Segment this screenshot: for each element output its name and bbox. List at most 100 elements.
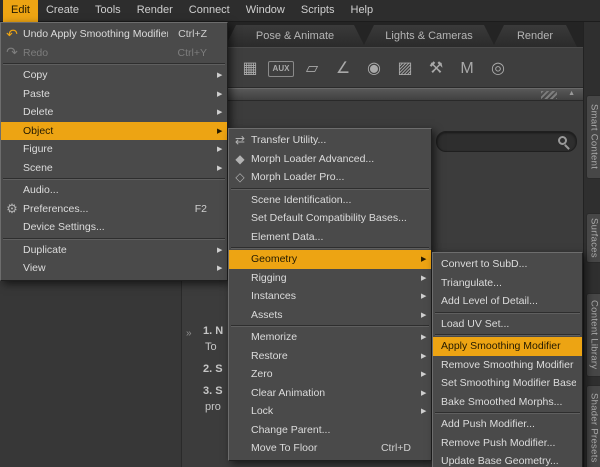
object-submenu: ⇄ Transfer Utility... ◆ Morph Loader Advanc…: [228, 128, 432, 461]
menu-item-label: Apply Smoothing Modifier: [441, 340, 561, 353]
menu-separator: [3, 237, 225, 240]
menu-separator: [3, 63, 225, 65]
side-tab-smart-content[interactable]: Smart Content: [586, 95, 600, 179]
menu-item-load-uv-set[interactable]: Load UV Set...: [433, 315, 582, 334]
side-tab-content-library[interactable]: Content Library: [586, 293, 600, 377]
menu-item-label: Device Settings...: [23, 221, 105, 234]
menu-item-add-level-of-detail[interactable]: Add Level of Detail...: [433, 292, 582, 311]
aux-viewport-icon[interactable]: AUX: [268, 61, 294, 77]
powerpose-icon[interactable]: ▱: [299, 56, 325, 82]
scroll-up-icon[interactable]: ▲: [568, 90, 575, 97]
menu-item-restore[interactable]: Restore ▶: [229, 347, 431, 366]
submenu-arrow-icon: ▶: [421, 311, 427, 319]
menubar-item-connect[interactable]: Connect: [181, 0, 238, 22]
menu-item-undo-apply-smoothing-modifier[interactable]: ↶ Undo Apply Smoothing Modifier Ctrl+Z: [1, 25, 227, 44]
menubar-item-render[interactable]: Render: [129, 0, 181, 22]
menubar-item-scripts[interactable]: Scripts: [293, 0, 343, 22]
background-text-fragment: 2. S: [203, 363, 223, 375]
workspace-tab-pose-animate[interactable]: Pose & Animate: [225, 25, 365, 47]
menu-item-label: Restore: [251, 349, 288, 362]
menu-item-morph-loader-advanced[interactable]: ◆ Morph Loader Advanced...: [229, 150, 431, 169]
submenu-arrow-icon: ▶: [217, 265, 223, 273]
menu-separator: [231, 187, 429, 190]
submenu-arrow-icon: ▶: [421, 274, 427, 282]
menu-separator: [435, 334, 580, 336]
menu-item-update-base-geometry[interactable]: Update Base Geometry...: [433, 452, 582, 467]
menubar: Edit Create Tools Render Connect Window Script…: [0, 0, 600, 22]
menu-item-preferences[interactable]: ⚙ Preferences... F2: [1, 200, 227, 219]
menu-item-element-data[interactable]: Element Data...: [229, 228, 431, 247]
submenu-arrow-icon: ▶: [217, 72, 223, 80]
menu-item-device-settings[interactable]: Device Settings...: [1, 218, 227, 237]
menu-item-figure[interactable]: Figure ▶: [1, 140, 227, 159]
menu-item-scene[interactable]: Scene ▶: [1, 159, 227, 178]
menu-item-rigging[interactable]: Rigging ▶: [229, 269, 431, 288]
menu-item-move-to-floor[interactable]: Move To Floor Ctrl+D: [229, 439, 431, 458]
menu-item-label: Scene Identification...: [251, 193, 352, 206]
menu-item-clear-animation[interactable]: Clear Animation ▶: [229, 384, 431, 403]
menu-item-set-default-compatibility-bases[interactable]: Set Default Compatibility Bases...: [229, 209, 431, 228]
submenu-arrow-icon: ▶: [421, 334, 427, 342]
scene-icon[interactable]: ▦: [237, 56, 263, 82]
menu-item-zero[interactable]: Zero ▶: [229, 365, 431, 384]
menu-item-geometry[interactable]: Geometry ▶: [229, 250, 431, 269]
edit-menu: ↶ Undo Apply Smoothing Modifier Ctrl+Z ↷ Red…: [0, 22, 228, 281]
menu-item-morph-loader-pro[interactable]: ◇ Morph Loader Pro...: [229, 168, 431, 187]
menu-item-change-parent[interactable]: Change Parent...: [229, 421, 431, 440]
menu-item-delete[interactable]: Delete ▶: [1, 103, 227, 122]
menu-item-label: Memorize: [251, 331, 298, 344]
daz-studio-window: Pose & Animate Lights & Cameras Render ▦ AU…: [0, 0, 600, 467]
menu-item-redo[interactable]: ↷ Redo Ctrl+Y: [1, 44, 227, 63]
render-settings-icon[interactable]: ◎: [485, 56, 511, 82]
menu-item-convert-to-subd[interactable]: Convert to SubD...: [433, 255, 582, 274]
menu-item-instances[interactable]: Instances ▶: [229, 287, 431, 306]
tool-settings-icon[interactable]: ⚒: [423, 56, 449, 82]
side-tab-surfaces[interactable]: Surfaces: [586, 213, 600, 263]
resize-grip-icon[interactable]: [541, 91, 557, 99]
menu-item-shortcut: Ctrl+Z: [178, 28, 207, 41]
side-tab-shader-presets[interactable]: Shader Presets: [586, 385, 600, 467]
menu-item-bake-smoothed-morphs[interactable]: Bake Smoothed Morphs...: [433, 393, 582, 412]
search-icon: [558, 136, 567, 145]
menu-item-label: Zero: [251, 368, 273, 381]
menu-item-remove-push-modifier[interactable]: Remove Push Modifier...: [433, 434, 582, 453]
menu-item-add-push-modifier[interactable]: Add Push Modifier...: [433, 415, 582, 434]
menu-item-triangulate[interactable]: Triangulate...: [433, 274, 582, 293]
menu-item-label: Set Smoothing Modifier Base: [441, 377, 576, 390]
menu-item-view[interactable]: View ▶: [1, 259, 227, 278]
menubar-item-edit[interactable]: Edit: [3, 0, 38, 22]
joint-editor-icon[interactable]: ∠: [330, 56, 356, 82]
menu-item-label: Move To Floor: [251, 442, 318, 455]
workspace-tab-lights-cameras[interactable]: Lights & Cameras: [363, 25, 495, 47]
menu-item-label: Update Base Geometry...: [441, 455, 559, 467]
menu-item-apply-smoothing-modifier[interactable]: Apply Smoothing Modifier: [433, 337, 582, 356]
menu-item-audio[interactable]: Audio...: [1, 181, 227, 200]
menu-separator: [231, 247, 429, 249]
menu-item-duplicate[interactable]: Duplicate ▶: [1, 241, 227, 260]
menu-item-remove-smoothing-modifier[interactable]: Remove Smoothing Modifier: [433, 356, 582, 375]
menu-item-label: Figure: [23, 143, 53, 156]
menu-item-paste[interactable]: Paste ▶: [1, 85, 227, 104]
search-input[interactable]: [436, 131, 577, 152]
menu-item-lock[interactable]: Lock ▶: [229, 402, 431, 421]
menu-item-object[interactable]: Object ▶: [1, 121, 227, 140]
geometry-editor-icon[interactable]: ▨: [392, 56, 418, 82]
menu-item-shortcut: Ctrl+Y: [177, 46, 207, 59]
menubar-item-help[interactable]: Help: [343, 0, 382, 22]
menu-item-scene-identification[interactable]: Scene Identification...: [229, 191, 431, 210]
menu-item-copy[interactable]: Copy ▶: [1, 66, 227, 85]
menubar-item-tools[interactable]: Tools: [87, 0, 129, 22]
menubar-item-create[interactable]: Create: [38, 0, 87, 22]
menu-item-label: Remove Push Modifier...: [441, 436, 556, 449]
menu-item-set-smoothing-modifier-base[interactable]: Set Smoothing Modifier Base: [433, 374, 582, 393]
menu-item-transfer-utility[interactable]: ⇄ Transfer Utility...: [229, 131, 431, 150]
menu-item-label: Redo: [23, 46, 49, 59]
workspace-tab-render[interactable]: Render: [493, 25, 577, 47]
camera-icon[interactable]: ◉: [361, 56, 387, 82]
menubar-item-window[interactable]: Window: [238, 0, 293, 22]
menu-item-memorize[interactable]: Memorize ▶: [229, 328, 431, 347]
background-text-fragment: 3. S: [203, 385, 223, 397]
menu-item-label: Bake Smoothed Morphs...: [441, 395, 563, 408]
menu-item-assets[interactable]: Assets ▶: [229, 306, 431, 325]
measure-metrics-icon[interactable]: M: [454, 56, 480, 82]
